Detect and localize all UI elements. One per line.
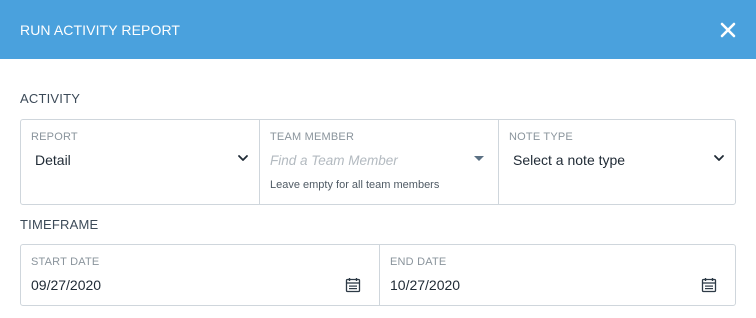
team-member-label: TEAM MEMBER [270, 131, 355, 143]
report-select[interactable]: REPORT Detail [21, 120, 259, 204]
note-type-label: NOTE TYPE [509, 131, 573, 143]
start-date-label: START DATE [31, 256, 100, 268]
end-date-field[interactable]: END DATE 10/27/2020 [379, 245, 735, 305]
chevron-down-icon [714, 155, 724, 161]
caret-down-icon [474, 156, 484, 161]
timeframe-panel: START DATE 09/27/2020 END DATE 10/27/202… [20, 244, 736, 306]
note-type-value: Select a note type [513, 152, 626, 168]
chevron-down-icon [238, 155, 248, 161]
calendar-icon[interactable] [701, 277, 717, 293]
start-date-field[interactable]: START DATE 09/27/2020 [21, 245, 379, 305]
section-label-activity: ACTIVITY [20, 91, 81, 106]
close-button[interactable] [718, 20, 738, 40]
close-icon [720, 22, 736, 37]
report-value: Detail [35, 152, 71, 168]
calendar-icon[interactable] [345, 277, 361, 293]
modal-header: RUN ACTIVITY REPORT [0, 0, 756, 59]
modal-title: RUN ACTIVITY REPORT [20, 21, 181, 38]
team-member-input[interactable]: Find a Team Member [270, 152, 488, 169]
team-member-hint: Leave empty for all team members [270, 179, 440, 191]
start-date-value[interactable]: 09/27/2020 [31, 277, 369, 294]
team-member-field[interactable]: TEAM MEMBER Find a Team Member Leave emp… [259, 120, 498, 204]
end-date-label: END DATE [390, 256, 447, 268]
end-date-value[interactable]: 10/27/2020 [390, 277, 725, 294]
section-label-timeframe: TIMEFRAME [20, 217, 99, 232]
activity-panel: REPORT Detail TEAM MEMBER Find a Team Me… [20, 119, 736, 205]
note-type-select[interactable]: NOTE TYPE Select a note type [498, 120, 735, 204]
report-label: REPORT [31, 131, 78, 143]
